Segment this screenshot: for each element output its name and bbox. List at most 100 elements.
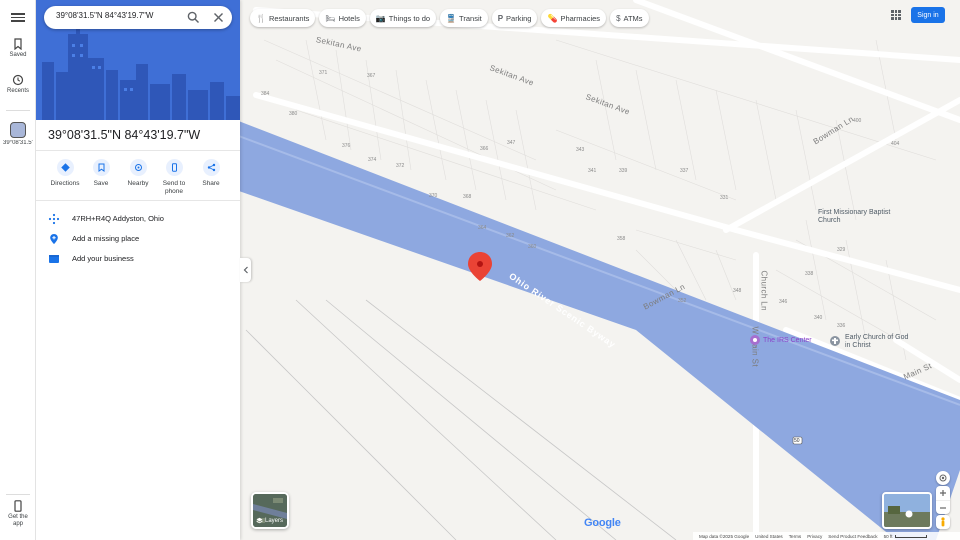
add-business-row[interactable]: Add your business [46, 251, 236, 267]
send-to-phone-label: Send to phone [162, 180, 186, 195]
save-label: Save [93, 180, 109, 187]
chip-pharmacies[interactable]: 💊 Pharmacies [541, 9, 607, 27]
share-label: Share [202, 180, 220, 187]
layers-label-group: Layers [256, 517, 283, 524]
house-number: 346 [779, 299, 788, 305]
google-logo: Google [584, 517, 621, 529]
add-location-icon [50, 234, 58, 244]
street-label-w-main: W Main St [750, 326, 760, 368]
share-button[interactable]: Share [192, 159, 230, 188]
rail-recent-place[interactable]: 39°08'31.5"N [0, 122, 36, 155]
poi-label: The IRS Center [763, 337, 812, 344]
layers-label: Layers [265, 517, 284, 524]
pegman-icon [941, 517, 945, 527]
chip-atms[interactable]: $ ATMs [610, 9, 649, 27]
close-icon[interactable] [213, 12, 224, 23]
rail-saved[interactable]: Saved [0, 38, 36, 59]
privacy-link[interactable]: Privacy [807, 534, 822, 539]
layers-icon [256, 517, 263, 524]
place-title: 39°08'31.5"N 84°43'19.7"W [48, 128, 201, 142]
rail-divider [6, 494, 30, 495]
house-number: 370 [429, 193, 438, 199]
street-view-thumbnail[interactable] [882, 492, 932, 529]
feedback-link[interactable]: Send Product Feedback [828, 534, 877, 539]
search-icon[interactable] [187, 11, 200, 24]
menu-button[interactable] [11, 11, 25, 25]
parking-icon: P [497, 13, 504, 23]
scale-label: 50 ft [883, 533, 893, 539]
plus-code-row[interactable]: 47RH+R4Q Addyston, Ohio [46, 211, 236, 227]
house-number: 339 [619, 168, 628, 174]
collapse-panel-button[interactable] [240, 258, 251, 282]
house-number: 362 [506, 233, 515, 239]
chip-label: Transit [459, 13, 482, 23]
nearby-button[interactable]: Nearby [119, 159, 157, 188]
chip-parking[interactable]: P Parking [491, 9, 538, 27]
street-label-church: Church Ln [759, 270, 769, 312]
chip-restaurants[interactable]: 🍴 Restaurants [250, 9, 316, 27]
search-input[interactable] [56, 11, 176, 20]
house-number: 340 [814, 315, 823, 321]
search-box[interactable] [44, 6, 232, 29]
menu-icon-bar [11, 16, 25, 19]
send-to-phone-button[interactable]: Send to phone [155, 159, 193, 196]
rail-saved-label: Saved [9, 52, 27, 58]
house-number: 336 [837, 323, 846, 329]
house-number: 368 [463, 194, 472, 200]
phone-icon [14, 500, 22, 512]
house-number: 372 [396, 163, 405, 169]
house-number: 376 [342, 143, 351, 149]
hotel-icon: 🛏 [325, 13, 336, 23]
save-button[interactable]: Save [82, 159, 120, 188]
category-chips: 🍴 Restaurants 🛏 Hotels 📷 Things to do 🚆 Tran… [250, 9, 649, 27]
plus-code-text: 47RH+R4Q Addyston, Ohio [72, 214, 164, 223]
house-number: 331 [720, 195, 729, 201]
divider [36, 200, 240, 201]
street-view-preview [884, 494, 930, 527]
house-number: 367 [367, 73, 376, 79]
chip-hotels[interactable]: 🛏 Hotels [319, 9, 366, 27]
rail-recents[interactable]: Recents [0, 74, 36, 95]
rail-get-app-label: Get the app [8, 514, 28, 527]
poi-label: Early Church of God in Christ [845, 334, 909, 349]
chip-things-to-do[interactable]: 📷 Things to do [369, 9, 437, 27]
layers-button[interactable]: Layers [251, 492, 289, 529]
house-number: 371 [319, 70, 328, 76]
country-link[interactable]: United States [755, 534, 783, 539]
scale-bar[interactable]: 50 ft [884, 534, 927, 539]
sign-in-button[interactable]: Sign in [911, 7, 945, 23]
directions-icon [56, 159, 74, 176]
share-icon [202, 159, 220, 176]
zoom-in-button[interactable] [936, 486, 950, 500]
directions-button[interactable]: Directions [46, 159, 84, 188]
zoom-out-button[interactable] [936, 500, 950, 514]
rail-divider [6, 110, 30, 111]
pharmacy-icon: 💊 [547, 13, 558, 23]
map-data-attribution: Map data ©2025 Google [699, 533, 750, 539]
chevron-left-icon [243, 266, 248, 274]
plus-code-icon [48, 213, 60, 225]
rail-recents-label: Recents [6, 88, 29, 94]
chip-transit[interactable]: 🚆 Transit [440, 9, 488, 27]
house-number: 358 [617, 236, 626, 242]
add-business-text: Add your business [72, 254, 134, 263]
chip-label: Things to do [388, 13, 431, 23]
pegman-button[interactable] [936, 515, 950, 529]
rail-recent-place-label: 39°08'31.5"N [3, 140, 33, 146]
nearby-icon [129, 159, 147, 176]
add-missing-place-row[interactable]: Add a missing place [46, 231, 236, 247]
apps-grid-icon[interactable] [891, 10, 901, 20]
nav-rail: Saved Recents 39°08'31.5"N Get the app [0, 0, 36, 540]
house-number: 352 [678, 298, 687, 304]
my-location-button[interactable] [936, 471, 950, 485]
house-number: 384 [261, 91, 270, 97]
minus-icon [940, 506, 946, 509]
add-missing-place-text: Add a missing place [72, 234, 140, 243]
google-logo-text: Google [584, 517, 621, 529]
maps-window: 371 367 384 380 376 374 372 370 366 364 … [0, 0, 960, 540]
terms-link[interactable]: Terms [789, 534, 802, 539]
place-panel: 39°08'31.5"N 84°43'19.7"W Directions Sav… [36, 0, 240, 540]
house-number: 374 [368, 157, 377, 163]
restaurant-icon: 🍴 [256, 13, 266, 23]
rail-get-app[interactable]: Get the app [0, 500, 36, 528]
